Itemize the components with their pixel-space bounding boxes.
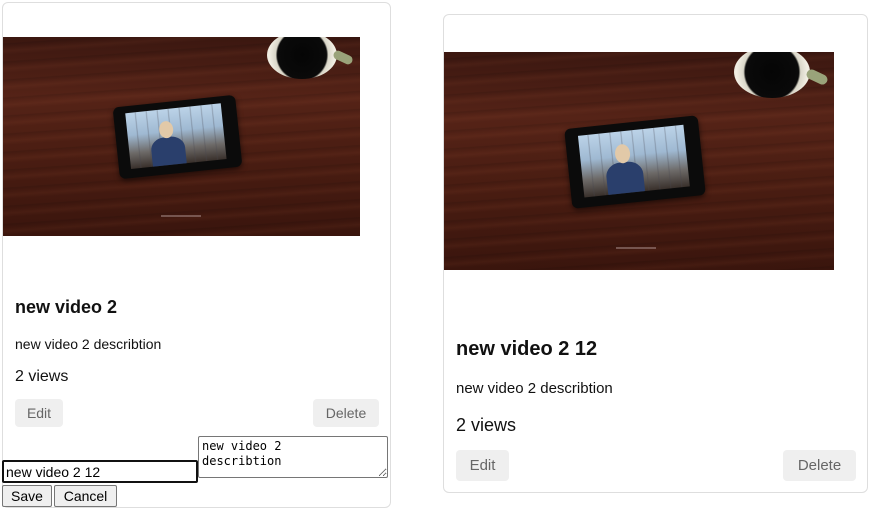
- video-card: new video 2 new video 2 describtion 2 vi…: [2, 2, 391, 508]
- phone-screen: [577, 124, 690, 198]
- video-description: new video 2 describtion: [456, 380, 613, 397]
- delete-button[interactable]: Delete: [783, 450, 856, 481]
- video-title: new video 2 12: [456, 338, 598, 360]
- edit-description-textarea[interactable]: new video 2 describtion: [198, 436, 388, 478]
- video-title: new video 2: [15, 297, 118, 317]
- video-thumbnail[interactable]: [444, 52, 834, 270]
- delete-button[interactable]: Delete: [313, 399, 379, 427]
- phone-screen: [125, 103, 227, 170]
- person-figure: [150, 135, 187, 169]
- video-description: new video 2 describtion: [15, 336, 162, 352]
- save-button[interactable]: Save: [2, 485, 52, 507]
- view-count: 2 views: [456, 415, 517, 435]
- video-thumbnail[interactable]: [3, 37, 360, 236]
- person-figure: [605, 160, 646, 197]
- edit-button[interactable]: Edit: [15, 399, 63, 427]
- watermark: [161, 215, 201, 217]
- watermark: [616, 247, 656, 249]
- view-count: 2 views: [15, 368, 69, 385]
- phone-device: [564, 115, 706, 209]
- edit-title-input[interactable]: [2, 460, 198, 483]
- phone-device: [112, 94, 243, 180]
- video-card: new video 2 12 new video 2 describtion 2…: [443, 14, 868, 493]
- cancel-button[interactable]: Cancel: [54, 485, 117, 507]
- edit-button[interactable]: Edit: [456, 450, 509, 481]
